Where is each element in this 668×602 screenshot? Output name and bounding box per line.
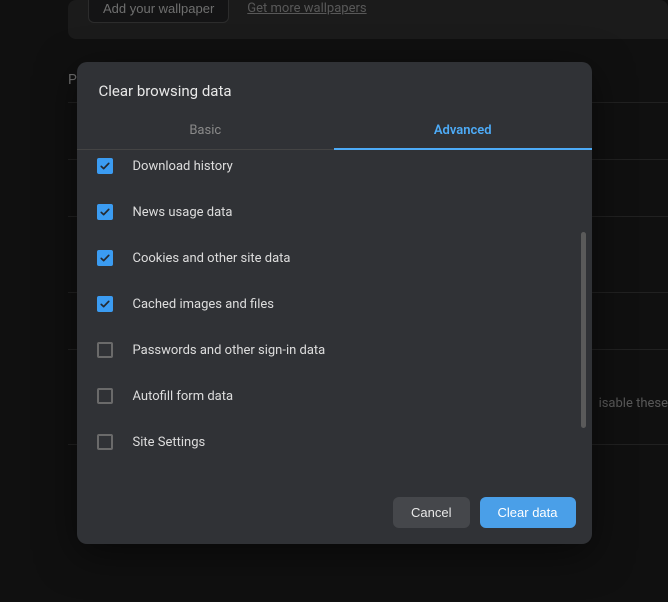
dialog-tabs: Basic Advanced: [77, 114, 592, 150]
option-label: Cookies and other site data: [133, 251, 291, 266]
tab-advanced[interactable]: Advanced: [334, 114, 592, 149]
checkbox-cookies[interactable]: [97, 250, 113, 266]
dialog-footer: Cancel Clear data: [77, 483, 592, 544]
option-label: Download history: [133, 159, 233, 174]
scrollbar-thumb[interactable]: [581, 232, 586, 428]
option-label: Site Settings: [133, 435, 206, 450]
checkbox-news_usage[interactable]: [97, 204, 113, 220]
checkbox-cached[interactable]: [97, 296, 113, 312]
modal-overlay: Clear browsing data Basic Advanced Downl…: [0, 0, 668, 602]
option-label: News usage data: [133, 205, 233, 220]
checkbox-download_history[interactable]: [97, 158, 113, 174]
checkbox-autofill[interactable]: [97, 388, 113, 404]
tab-basic[interactable]: Basic: [77, 114, 335, 149]
option-passwords[interactable]: Passwords and other sign-in data: [77, 327, 592, 373]
checkmark-icon: [99, 206, 111, 218]
checkbox-site_settings[interactable]: [97, 434, 113, 450]
option-site_settings[interactable]: Site Settings: [77, 419, 592, 465]
dialog-title: Clear browsing data: [77, 62, 592, 114]
checkbox-passwords[interactable]: [97, 342, 113, 358]
option-download_history[interactable]: Download history: [77, 150, 592, 189]
checkmark-icon: [99, 160, 111, 172]
option-label: Passwords and other sign-in data: [133, 343, 326, 358]
option-autofill[interactable]: Autofill form data: [77, 373, 592, 419]
clear-data-button[interactable]: Clear data: [480, 497, 576, 528]
option-cookies[interactable]: Cookies and other site data: [77, 235, 592, 281]
cancel-button[interactable]: Cancel: [393, 497, 469, 528]
option-label: Autofill form data: [133, 389, 234, 404]
options-list: Download history News usage data Cookies a…: [77, 150, 592, 483]
checkmark-icon: [99, 252, 111, 264]
option-label: Cached images and files: [133, 297, 274, 312]
option-news_usage[interactable]: News usage data: [77, 189, 592, 235]
option-cached[interactable]: Cached images and files: [77, 281, 592, 327]
clear-browsing-data-dialog: Clear browsing data Basic Advanced Downl…: [77, 62, 592, 544]
checkmark-icon: [99, 298, 111, 310]
